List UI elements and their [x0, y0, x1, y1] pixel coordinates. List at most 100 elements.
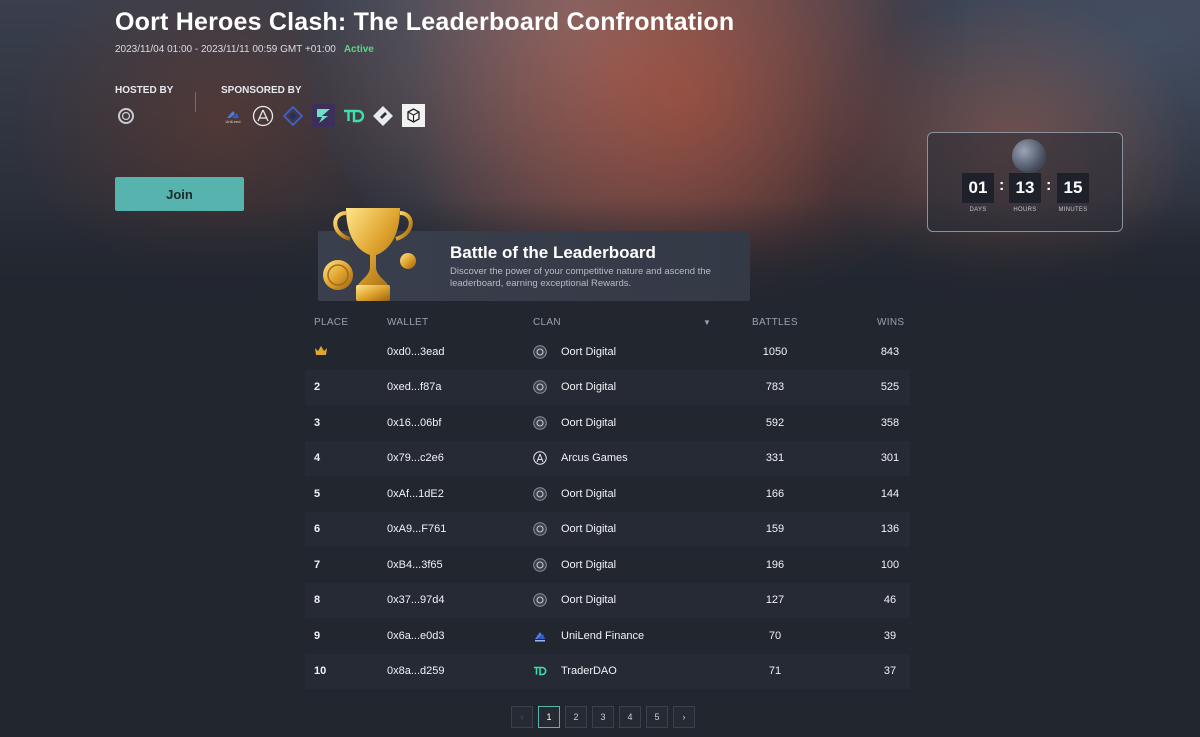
table-row: 4 0x79...c2e6 Arcus Games 331 301 [305, 440, 910, 477]
place-cell: 6 [314, 512, 320, 548]
join-button[interactable]: Join [115, 177, 244, 211]
next-page-button[interactable]: › [673, 706, 695, 728]
unilend-logo-text: UniLend [225, 119, 241, 124]
wallet-address[interactable]: 0xed...f87a [387, 370, 441, 406]
unilend-icon [533, 629, 547, 643]
place-cell [314, 334, 328, 370]
place-value: 2 [314, 381, 321, 394]
arcus-logo[interactable] [252, 105, 274, 127]
oort-icon [533, 557, 547, 572]
table-row: 7 0xB4...3f65 Oort Digital 196 100 [305, 547, 910, 583]
clan-cell[interactable]: Oort Digital [533, 512, 616, 548]
moon-illustration [1012, 139, 1046, 173]
place-value: 4 [314, 452, 321, 465]
countdown-hours-label: HOURS [1013, 207, 1037, 213]
clan-cell[interactable]: Oort Digital [533, 547, 616, 583]
countdown-hours: 13 HOURS [1009, 173, 1041, 213]
clan-name: Oort Digital [561, 381, 617, 394]
clan-name: Oort Digital [561, 558, 617, 571]
battles-value: 1050 [762, 345, 788, 358]
lightning-logo[interactable] [312, 104, 335, 127]
clan-filter-chevron-icon[interactable]: ▼ [703, 318, 711, 327]
place-value: 9 [314, 629, 321, 642]
wins-value: 136 [880, 523, 900, 536]
wins-value: 100 [880, 558, 900, 571]
header-battles: BATTLES [752, 317, 798, 328]
wallet-address[interactable]: 0xd0...3ead [387, 334, 445, 370]
clan-cell[interactable]: Oort Digital [533, 583, 616, 619]
place-value: 5 [314, 487, 321, 500]
wins-value: 46 [883, 594, 897, 607]
place-cell: 10 [314, 654, 326, 690]
status-badge: Active [343, 44, 374, 55]
event-dates: 2023/11/04 01:00 - 2023/11/11 00:59 GMT … [115, 44, 374, 55]
tag-logo[interactable] [372, 105, 394, 127]
wins-value: 144 [880, 487, 900, 500]
box-logo[interactable] [402, 104, 425, 127]
place-cell: 9 [314, 618, 320, 654]
clan-name: Oort Digital [561, 345, 617, 358]
oort-icon [533, 415, 547, 430]
place-cell: 2 [314, 370, 320, 406]
clan-cell[interactable]: Arcus Games [533, 441, 628, 477]
clan-name: TraderDAO [561, 665, 617, 678]
countdown-hours-value: 13 [1009, 173, 1041, 203]
battles-value: 127 [765, 594, 785, 607]
countdown-days-value: 01 [962, 173, 994, 203]
clan-cell[interactable]: Oort Digital [533, 476, 616, 512]
battles-value: 70 [768, 629, 782, 642]
traderdao-logo[interactable] [342, 105, 366, 127]
oort-host-logo[interactable] [115, 105, 137, 127]
table-row: 8 0x37...97d4 Oort Digital 127 46 [305, 582, 910, 619]
pagination: ‹ 1 2 3 4 5 › [511, 706, 695, 728]
table-row: 0xd0...3ead Oort Digital 1050 843 [305, 334, 910, 370]
wins-value: 525 [880, 381, 900, 394]
clan-name: Oort Digital [561, 523, 617, 536]
traderdao-icon [533, 664, 547, 678]
sponsored-by-label: SPONSORED BY [221, 85, 302, 96]
prev-page-button[interactable]: ‹ [511, 706, 533, 728]
place-cell: 3 [314, 405, 320, 441]
page-button-4[interactable]: 4 [619, 706, 641, 728]
oort-icon [533, 344, 547, 359]
diamond-logo[interactable] [282, 105, 304, 127]
wallet-address[interactable]: 0xAf...1dE2 [387, 476, 444, 512]
wins-value: 301 [880, 452, 900, 465]
countdown-days: 01 DAYS [962, 173, 994, 213]
oort-icon [533, 380, 547, 395]
wallet-address[interactable]: 0x8a...d259 [387, 654, 445, 690]
page-button-2[interactable]: 2 [565, 706, 587, 728]
wallet-address[interactable]: 0x37...97d4 [387, 583, 445, 619]
wallet-address[interactable]: 0x6a...e0d3 [387, 618, 445, 654]
place-cell: 4 [314, 441, 320, 477]
arcus-icon [533, 451, 547, 465]
clan-name: Oort Digital [561, 487, 617, 500]
battles-value: 592 [765, 416, 785, 429]
clan-cell[interactable]: Oort Digital [533, 334, 616, 370]
clan-cell[interactable]: Oort Digital [533, 405, 616, 441]
clan-name: Oort Digital [561, 594, 617, 607]
place-cell: 7 [314, 547, 320, 583]
wallet-address[interactable]: 0x16...06bf [387, 405, 441, 441]
countdown-minutes-label: MINUTES [1058, 207, 1088, 213]
banner-description: Discover the power of your competitive n… [450, 266, 711, 289]
wallet-address[interactable]: 0x79...c2e6 [387, 441, 444, 477]
banner-title: Battle of the Leaderboard [450, 243, 656, 262]
place-cell: 8 [314, 583, 320, 619]
wallet-address[interactable]: 0xB4...3f65 [387, 547, 443, 583]
page-button-1[interactable]: 1 [538, 706, 560, 728]
battles-value: 166 [765, 487, 785, 500]
place-value: 10 [314, 665, 327, 678]
page-button-5[interactable]: 5 [646, 706, 668, 728]
place-value: 3 [314, 416, 321, 429]
page-button-3[interactable]: 3 [592, 706, 614, 728]
place-value: 7 [314, 558, 321, 571]
place-cell: 5 [314, 476, 320, 512]
clan-cell[interactable]: Oort Digital [533, 370, 616, 406]
header-wins: WINS [877, 317, 905, 328]
countdown-minutes-value: 15 [1057, 173, 1089, 203]
wallet-address[interactable]: 0xA9...F761 [387, 512, 446, 548]
header-clan: CLAN [533, 317, 561, 328]
clan-cell[interactable]: UniLend Finance [533, 618, 644, 654]
clan-cell[interactable]: TraderDAO [533, 654, 617, 690]
